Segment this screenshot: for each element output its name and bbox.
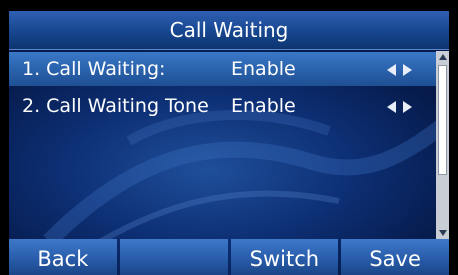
softkey-bar: Back Switch Save xyxy=(9,239,449,275)
value-switcher[interactable] xyxy=(387,64,412,76)
left-arrow-icon[interactable] xyxy=(387,64,396,76)
blank-softkey[interactable] xyxy=(119,239,228,275)
setting-row-call-waiting-tone[interactable]: 2. Call Waiting Tone Enable xyxy=(9,89,436,123)
background-swirl xyxy=(43,110,449,264)
switch-button[interactable]: Switch xyxy=(230,239,339,275)
setting-label: 1. Call Waiting: xyxy=(22,58,166,80)
setting-row-call-waiting[interactable]: 1. Call Waiting: Enable xyxy=(9,52,436,86)
setting-value: Enable xyxy=(231,58,296,80)
setting-label: 2. Call Waiting Tone xyxy=(22,95,209,117)
left-arrow-icon[interactable] xyxy=(387,101,396,113)
scrollbar[interactable] xyxy=(436,51,449,239)
phone-screen: Call Waiting 1. Call Waiting: Enable 2. … xyxy=(9,11,449,275)
save-button[interactable]: Save xyxy=(341,239,449,275)
scroll-thumb[interactable] xyxy=(438,65,447,175)
scroll-down-icon[interactable] xyxy=(439,230,447,236)
back-button[interactable]: Back xyxy=(9,239,117,275)
page-title: Call Waiting xyxy=(169,18,289,42)
right-arrow-icon[interactable] xyxy=(403,64,412,76)
value-switcher[interactable] xyxy=(387,101,412,113)
setting-value: Enable xyxy=(231,95,296,117)
scroll-up-icon[interactable] xyxy=(439,54,447,60)
right-arrow-icon[interactable] xyxy=(403,101,412,113)
title-bar: Call Waiting xyxy=(9,11,449,50)
